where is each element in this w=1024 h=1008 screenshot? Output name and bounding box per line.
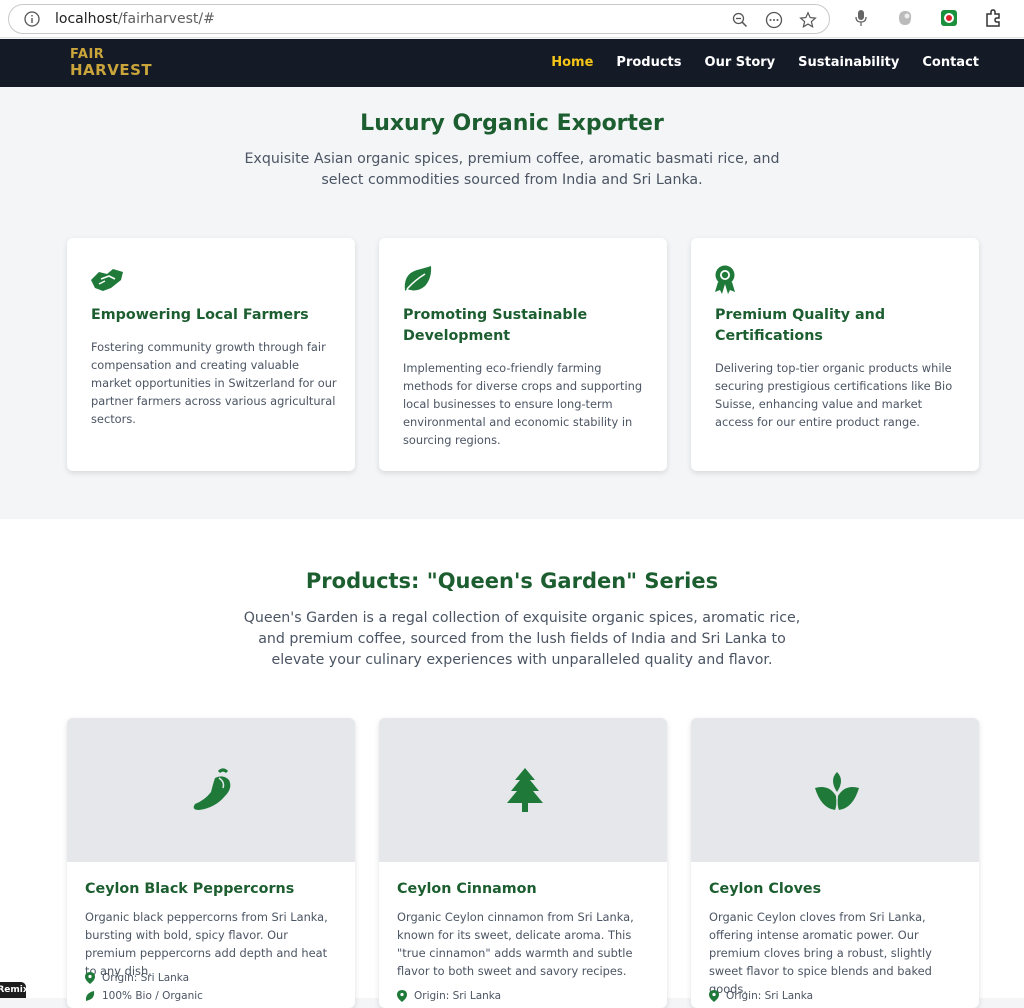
bookmark-star-icon[interactable] <box>797 11 819 29</box>
extension-record-icon[interactable] <box>939 8 959 28</box>
product-origin: Origin: Sri Lanka <box>85 972 189 984</box>
feature-text: Implementing eco-friendly farming method… <box>403 361 643 447</box>
product-name: Ceylon Black Peppercorns <box>85 881 295 897</box>
product-description: Organic Ceylon cinnamon from Sri Lanka, … <box>397 910 634 978</box>
map-pin-icon <box>85 972 95 984</box>
nav-link-our-story[interactable]: Our Story <box>705 55 776 70</box>
nav-link-home[interactable]: Home <box>551 55 593 70</box>
feature-text: Delivering top-tier organic products whi… <box>715 361 953 429</box>
product-image <box>67 718 355 862</box>
seedling-icon <box>815 772 859 810</box>
product-description: Organic Ceylon cloves from Sri Lanka, of… <box>709 910 932 996</box>
certification-text: 100% Bio / Organic <box>102 990 203 1002</box>
nav-links: Home Products Our Story Sustainability C… <box>528 55 979 70</box>
origin-text: Origin: Sri Lanka <box>726 990 814 1002</box>
products-title: Products: "Queen's Garden" Series <box>305 569 719 593</box>
map-pin-icon <box>397 990 407 1002</box>
feature-card-quality: Premium Quality and Certifications Deliv… <box>691 238 979 471</box>
address-bar[interactable]: localhost/fairharvest/# <box>8 4 830 34</box>
nav-link-products[interactable]: Products <box>616 55 681 70</box>
product-image <box>691 718 979 862</box>
award-icon <box>715 265 735 294</box>
feature-title: Premium Quality and Certifications <box>715 307 886 344</box>
fair-harvest-logo[interactable]: FAIR HARVEST <box>66 46 152 80</box>
logo-text: FAIR HARVEST <box>70 47 153 79</box>
microphone-icon[interactable] <box>851 8 871 28</box>
hero-title: Luxury Organic Exporter <box>360 111 664 136</box>
product-origin: Origin: Sri Lanka <box>709 990 813 1002</box>
zoom-icon[interactable] <box>729 11 751 29</box>
logo-line-1: FAIR <box>70 47 105 62</box>
product-card-peppercorns[interactable]: Ceylon Black Peppercorns Organic black p… <box>67 718 355 1008</box>
feature-card-sustainable: Promoting Sustainable Development Implem… <box>379 238 667 471</box>
origin-text: Origin: Sri Lanka <box>102 972 190 984</box>
browser-toolbar: localhost/fairharvest/# <box>0 0 1024 38</box>
leaf-small-icon <box>85 991 95 1001</box>
tree-icon <box>507 768 543 812</box>
product-name: Ceylon Cinnamon <box>397 881 537 897</box>
product-origin: Origin: Sri Lanka <box>397 990 501 1002</box>
site-navbar: FAIR HARVEST Home Products Our Story Sus… <box>0 39 1024 87</box>
pepper-icon <box>193 768 231 810</box>
nav-link-contact[interactable]: Contact <box>922 55 979 70</box>
products-section: Products: "Queen's Garden" Series Queen'… <box>0 519 1024 1008</box>
feature-card-farmers: Empowering Local Farmers Fostering commu… <box>67 238 355 471</box>
url-host: localhost <box>55 11 118 27</box>
extension-blob-icon[interactable] <box>895 8 915 28</box>
product-name: Ceylon Cloves <box>709 881 822 897</box>
map-pin-icon <box>709 990 719 1002</box>
product-card-cinnamon[interactable]: Ceylon Cinnamon Organic Ceylon cinnamon … <box>379 718 667 1008</box>
feature-title: Promoting Sustainable Development <box>403 307 588 344</box>
hero-subtitle: Exquisite Asian organic spices, premium … <box>244 151 780 188</box>
hero-section: Luxury Organic Exporter Exquisite Asian … <box>0 87 1024 519</box>
logo-line-2: HARVEST <box>70 61 153 79</box>
site-info-icon[interactable] <box>23 10 41 28</box>
nav-link-sustainability[interactable]: Sustainability <box>798 55 899 70</box>
product-certification: 100% Bio / Organic <box>85 990 203 1002</box>
products-subtitle: Queen's Garden is a regal collection of … <box>243 610 801 668</box>
extensions-puzzle-icon[interactable] <box>983 8 1003 28</box>
leaf-icon <box>404 266 432 291</box>
product-description: Organic black peppercorns from Sri Lanka… <box>85 910 328 978</box>
product-image <box>379 718 667 862</box>
origin-text: Origin: Sri Lanka <box>414 990 502 1002</box>
url-text[interactable]: localhost/fairharvest/# <box>55 11 215 27</box>
remix-badge[interactable]: Remix <box>0 982 29 998</box>
url-path: /fairharvest/# <box>117 11 215 27</box>
feature-title: Empowering Local Farmers <box>91 307 309 323</box>
handshake-icon <box>91 269 123 291</box>
product-card-cloves[interactable]: Ceylon Cloves Organic Ceylon cloves from… <box>691 718 979 1008</box>
feature-text: Fostering community growth through fair … <box>91 340 337 426</box>
more-icon[interactable] <box>763 11 785 29</box>
